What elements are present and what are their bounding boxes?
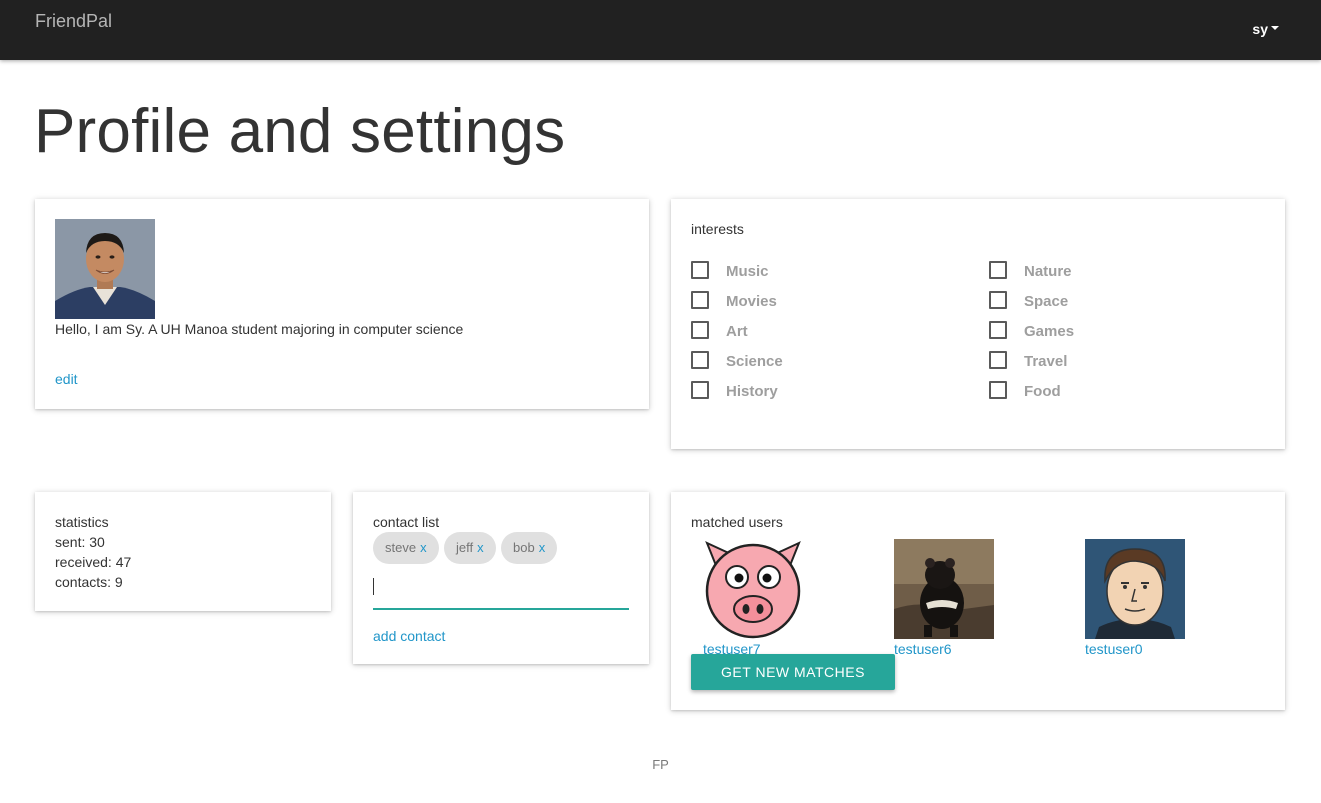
contact-list-label: contact list <box>373 514 440 530</box>
checkbox[interactable] <box>691 351 709 369</box>
user-name: sy <box>1252 21 1268 37</box>
top-navbar: FriendPal sy <box>0 0 1321 60</box>
profile-card: Hello, I am Sy. A UH Manoa student major… <box>35 199 649 409</box>
checkbox[interactable] <box>691 291 709 309</box>
contact-list-card: contact list steve x jeff x bob x add conta… <box>353 492 649 664</box>
checkbox[interactable] <box>691 381 709 399</box>
user-avatar[interactable] <box>1085 539 1185 639</box>
interest-label: Games <box>1024 323 1075 340</box>
matched-user-link[interactable]: testuser6 <box>894 641 952 657</box>
page-title: Profile and settings <box>34 97 566 166</box>
interest-label: Music <box>726 263 769 280</box>
interest-label: Art <box>726 323 748 340</box>
interest-label: Nature <box>1024 263 1072 280</box>
interests-label: interests <box>691 221 744 237</box>
profile-bio: Hello, I am Sy. A UH Manoa student major… <box>55 321 464 337</box>
interest-label: Food <box>1024 383 1061 400</box>
add-contact-link[interactable]: add contact <box>373 628 445 644</box>
remove-chip-icon[interactable]: x <box>420 540 427 555</box>
checkbox[interactable] <box>691 261 709 279</box>
profile-avatar <box>55 219 155 319</box>
statistics-label: statistics <box>55 514 109 530</box>
matched-user-link[interactable]: testuser0 <box>1085 641 1143 657</box>
contact-input[interactable] <box>373 570 629 610</box>
stat-sent: sent: 30 <box>55 534 105 550</box>
interest-label: Travel <box>1024 353 1068 370</box>
chip-label: bob <box>513 540 535 555</box>
chip-label: steve <box>385 540 417 555</box>
checkbox[interactable] <box>989 321 1007 339</box>
edit-profile-link[interactable]: edit <box>55 371 78 387</box>
stat-received: received: 47 <box>55 554 132 570</box>
interests-card: interests Music Movies Art Science Histo… <box>671 199 1285 449</box>
checkbox[interactable] <box>989 351 1007 369</box>
get-new-matches-button[interactable]: GET NEW MATCHES <box>691 654 895 690</box>
matched-users-label: matched users <box>691 514 783 530</box>
matched-users-card: matched users testuser7 testuser6 testus… <box>671 492 1285 710</box>
remove-chip-icon[interactable]: x <box>477 540 484 555</box>
footer-text: FP <box>652 757 669 772</box>
user-avatar[interactable] <box>703 539 803 639</box>
statistics-card: statistics sent: 30 received: 47 contact… <box>35 492 331 611</box>
checkbox[interactable] <box>691 321 709 339</box>
interest-label: History <box>726 383 778 400</box>
interest-label: Movies <box>726 293 777 310</box>
checkbox[interactable] <box>989 381 1007 399</box>
contact-chip: jeff x <box>444 532 496 564</box>
contact-chip: steve x <box>373 532 439 564</box>
stat-contacts: contacts: 9 <box>55 574 123 590</box>
contact-chip: bob x <box>501 532 558 564</box>
user-menu-dropdown[interactable]: sy <box>1252 21 1279 37</box>
checkbox[interactable] <box>989 261 1007 279</box>
interest-label: Science <box>726 353 783 370</box>
text-cursor <box>373 578 374 595</box>
checkbox[interactable] <box>989 291 1007 309</box>
user-avatar[interactable] <box>894 539 994 639</box>
chip-label: jeff <box>456 540 474 555</box>
interest-label: Space <box>1024 293 1069 310</box>
brand-logo[interactable]: FriendPal <box>35 11 112 32</box>
caret-down-icon <box>1271 26 1279 31</box>
remove-chip-icon[interactable]: x <box>539 540 546 555</box>
